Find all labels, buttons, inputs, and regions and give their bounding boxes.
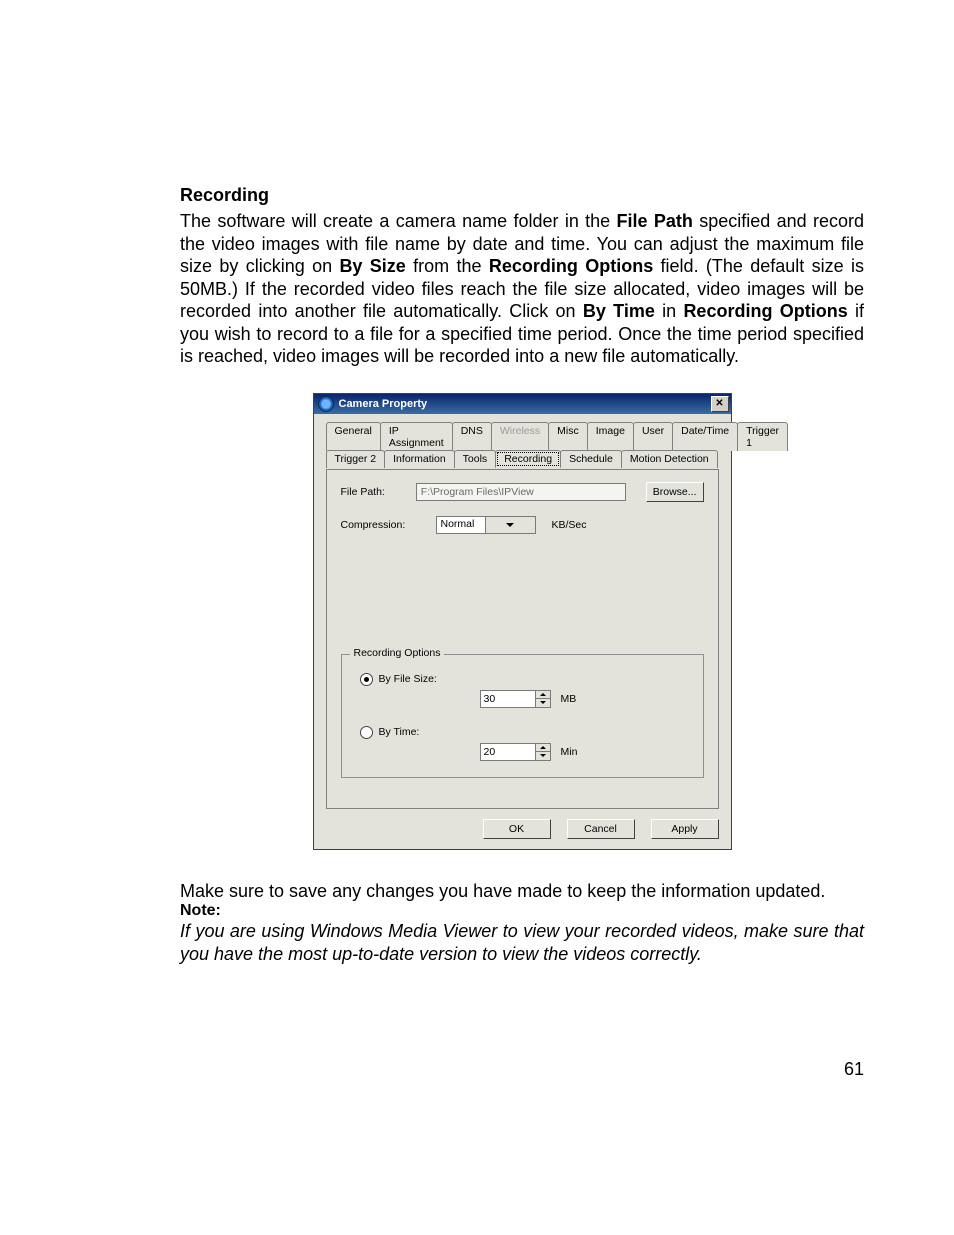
tab-date-time[interactable]: Date/Time [672, 422, 738, 451]
spinner-down-icon[interactable] [536, 752, 550, 760]
compression-label: Compression: [341, 519, 436, 531]
tab-schedule[interactable]: Schedule [560, 450, 622, 468]
close-button[interactable]: ✕ [711, 396, 729, 412]
spinner-up-icon[interactable] [536, 691, 550, 700]
size-spinner[interactable] [480, 690, 551, 708]
tab-general[interactable]: General [326, 422, 381, 451]
note-text: If you are using Windows Media Viewer to… [180, 920, 864, 965]
chevron-down-icon[interactable] [485, 517, 535, 533]
spinner-up-icon[interactable] [536, 744, 550, 753]
compression-select[interactable]: Normal [436, 516, 536, 534]
paragraph-1: The software will create a camera name f… [180, 210, 864, 368]
tab-panel-recording: File Path: Browse... Compression: Normal… [326, 469, 719, 809]
time-unit: Min [561, 746, 578, 758]
by-time-radio[interactable] [360, 726, 373, 739]
file-path-label: File Path: [341, 486, 416, 498]
tab-misc[interactable]: Misc [548, 422, 588, 451]
tab-tools[interactable]: Tools [454, 450, 497, 468]
spinner-down-icon[interactable] [536, 699, 550, 707]
apply-button[interactable]: Apply [651, 819, 719, 839]
dialog-screenshot: Camera Property ✕ GeneralIP AssignmentDN… [313, 393, 732, 850]
bold: Recording Options [489, 256, 653, 276]
bold: By Size [339, 256, 405, 276]
by-size-label: By File Size: [379, 673, 479, 685]
note-label: Note: [180, 902, 864, 920]
text: The software will create a camera name f… [180, 211, 617, 231]
bold: File Path [617, 211, 693, 231]
page-number: 61 [844, 1059, 864, 1080]
bold: By Time [583, 301, 655, 321]
tab-dns[interactable]: DNS [452, 422, 492, 451]
tab-image[interactable]: Image [587, 422, 634, 451]
tab-ip-assignment[interactable]: IP Assignment [380, 422, 453, 451]
compression-unit: KB/Sec [552, 519, 587, 531]
app-icon [318, 396, 334, 412]
tab-recording[interactable]: Recording [495, 450, 561, 468]
file-path-input[interactable] [416, 483, 626, 501]
time-spinner[interactable] [480, 743, 551, 761]
by-time-label: By Time: [379, 726, 479, 738]
window-title: Camera Property [339, 398, 711, 410]
tab-wireless: Wireless [491, 422, 549, 451]
recording-options-group: Recording Options By File Size: [341, 654, 704, 778]
tab-user[interactable]: User [633, 422, 673, 451]
size-input[interactable] [481, 691, 535, 707]
tab-information[interactable]: Information [384, 450, 455, 468]
browse-button[interactable]: Browse... [646, 482, 704, 502]
by-size-radio[interactable] [360, 673, 373, 686]
group-title: Recording Options [350, 647, 445, 659]
dialog-body: GeneralIP AssignmentDNSWirelessMiscImage… [314, 414, 731, 849]
titlebar[interactable]: Camera Property ✕ [314, 394, 731, 414]
paragraph-2: Make sure to save any changes you have m… [180, 880, 864, 903]
ok-button[interactable]: OK [483, 819, 551, 839]
tab-strip: GeneralIP AssignmentDNSWirelessMiscImage… [326, 422, 719, 468]
camera-property-dialog: Camera Property ✕ GeneralIP AssignmentDN… [313, 393, 732, 850]
bold: Recording Options [683, 301, 847, 321]
text: in [655, 301, 684, 321]
tab-motion-detection[interactable]: Motion Detection [621, 450, 718, 468]
tab-trigger-1[interactable]: Trigger 1 [737, 422, 788, 451]
text: from the [406, 256, 489, 276]
tab-trigger-2[interactable]: Trigger 2 [326, 450, 386, 468]
compression-value: Normal [437, 517, 486, 533]
time-input[interactable] [481, 744, 535, 760]
section-heading: Recording [180, 185, 864, 206]
close-icon: ✕ [715, 399, 723, 409]
dialog-button-row: OK Cancel Apply [326, 819, 719, 839]
size-unit: MB [561, 693, 577, 705]
cancel-button[interactable]: Cancel [567, 819, 635, 839]
document-page: Recording The software will create a cam… [0, 0, 954, 1235]
